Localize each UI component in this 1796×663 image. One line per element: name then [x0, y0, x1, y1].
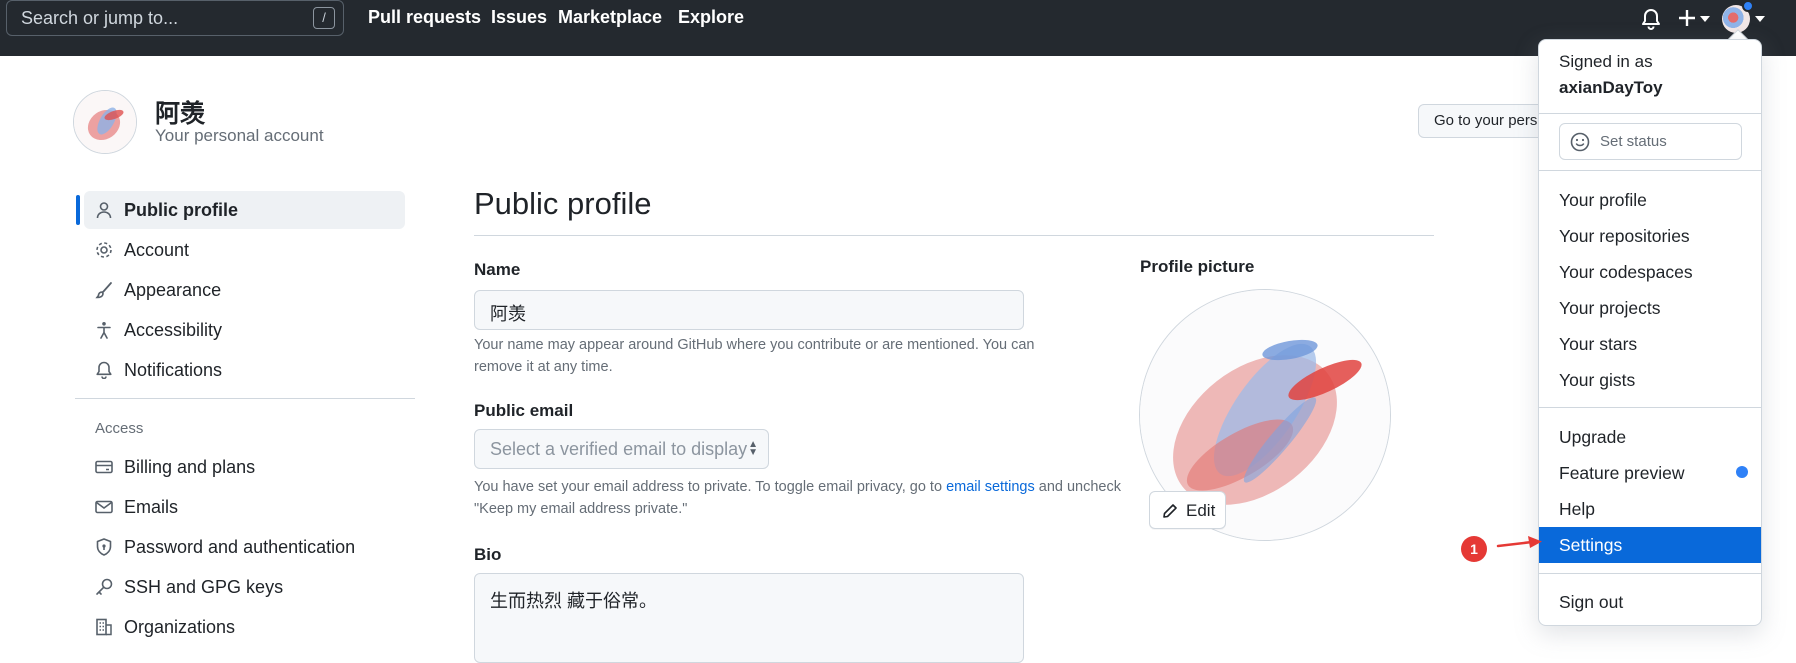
menu-item-feature-preview[interactable]: Feature preview	[1539, 455, 1761, 491]
menu-item-your-stars[interactable]: Your stars	[1539, 326, 1761, 362]
bell-icon[interactable]	[1641, 8, 1661, 35]
set-status-button[interactable]: Set status	[1559, 123, 1742, 160]
sidebar-item-label: Public profile	[124, 200, 239, 220]
page-title: Public profile	[474, 186, 652, 221]
plus-icon[interactable]	[1678, 9, 1696, 32]
public-email-select[interactable]: Select a verified email to display ▲ ▼	[474, 429, 769, 469]
menu-item-your-repositories[interactable]: Your repositories	[1539, 218, 1761, 254]
sidebar-section-heading: Access	[95, 420, 144, 437]
gear-icon	[96, 242, 112, 258]
sidebar-item-label: Accessibility	[124, 320, 223, 340]
email-note-text: You have set your email address to priva…	[474, 479, 943, 495]
sidebar-item-notifications[interactable]: Notifications	[84, 351, 405, 389]
accessibility-icon	[97, 322, 111, 339]
email-settings-link[interactable]: email settings	[946, 479, 1035, 495]
sidebar-item-label: SSH and GPG keys	[124, 577, 284, 597]
bio-label: Bio	[474, 545, 502, 564]
email-note: You have set your email address to priva…	[474, 476, 1134, 520]
account-subtitle: Your personal account	[155, 126, 324, 145]
shield-icon	[96, 538, 112, 556]
title-divider	[474, 235, 1434, 236]
public-email-placeholder: Select a verified email to display	[490, 439, 748, 459]
sidebar-item-organizations[interactable]: Organizations	[84, 608, 405, 646]
profile-picture-label: Profile picture	[1140, 257, 1255, 276]
nav-explore[interactable]: Explore	[678, 7, 744, 28]
arrow-icon	[1496, 536, 1542, 548]
chevron-down-icon[interactable]	[1755, 16, 1765, 22]
sidebar-item-appearance[interactable]: Appearance	[84, 271, 405, 309]
feature-preview-dot	[1736, 466, 1748, 478]
menu-item-your-projects[interactable]: Your projects	[1539, 290, 1761, 326]
active-indicator	[76, 195, 80, 225]
sidebar-item-label: Emails	[124, 497, 179, 517]
credit-card-icon	[95, 460, 113, 474]
sidebar-item-billing[interactable]: Billing and plans	[84, 448, 405, 486]
edit-button-label: Edit	[1186, 501, 1216, 520]
chevron-down-icon[interactable]	[1700, 16, 1710, 22]
key-icon	[96, 578, 113, 595]
menu-divider	[1539, 573, 1761, 574]
sidebar-item-accessibility[interactable]: Accessibility	[84, 311, 405, 349]
sidebar-item-label: Notifications	[124, 360, 223, 380]
username: axianDayToy	[1559, 78, 1663, 97]
menu-divider	[1539, 113, 1761, 114]
sidebar-item-account[interactable]: Account	[84, 231, 405, 269]
top-header: Search or jump to... / Pull requests Iss…	[0, 0, 1796, 56]
menu-divider	[1539, 170, 1761, 171]
sidebar-item-label: Appearance	[124, 280, 222, 300]
sidebar-item-password[interactable]: Password and authentication	[84, 528, 405, 566]
paintbrush-icon	[95, 282, 112, 299]
nav-issues[interactable]: Issues	[491, 7, 547, 28]
signed-in-as-label: Signed in as	[1559, 52, 1653, 71]
account-avatar	[73, 90, 137, 154]
name-note: Your name may appear around GitHub where…	[474, 337, 1035, 375]
pencil-icon	[1163, 504, 1177, 518]
menu-item-your-profile[interactable]: Your profile	[1539, 182, 1761, 218]
mail-icon	[95, 500, 113, 514]
smiley-icon	[1570, 132, 1590, 152]
nav-marketplace[interactable]: Marketplace	[558, 7, 662, 28]
public-email-label: Public email	[474, 401, 574, 420]
person-icon	[96, 202, 112, 219]
sidebar-divider	[75, 398, 415, 399]
sidebar-item-label: Organizations	[124, 617, 236, 637]
nav-pull-requests[interactable]: Pull requests	[368, 7, 481, 28]
step-badge: 1	[1461, 536, 1487, 562]
search-shortcut-key: /	[313, 7, 335, 29]
search-input[interactable]: Search or jump to... /	[6, 0, 344, 36]
menu-divider	[1539, 407, 1761, 408]
menu-item-upgrade[interactable]: Upgrade	[1539, 419, 1761, 455]
account-name: 阿羡	[155, 100, 206, 128]
sidebar-item-public-profile[interactable]: Public profile	[84, 191, 405, 229]
bell-icon	[96, 361, 112, 379]
menu-item-sign-out[interactable]: Sign out	[1539, 584, 1761, 620]
sidebar-item-ssh-keys[interactable]: SSH and GPG keys	[84, 568, 405, 606]
menu-item-settings[interactable]: Settings	[1539, 527, 1761, 563]
sidebar-item-label: Account	[124, 240, 190, 260]
organization-icon	[96, 618, 112, 636]
edit-picture-button[interactable]: Edit	[1149, 491, 1226, 529]
select-arrows-icon: ▲ ▼	[748, 439, 758, 458]
menu-item-your-gists[interactable]: Your gists	[1539, 362, 1761, 398]
set-status-label: Set status	[1600, 133, 1667, 150]
name-field[interactable]: 阿羡	[474, 290, 1024, 330]
notification-dot	[1742, 0, 1754, 12]
search-placeholder: Search or jump to...	[21, 8, 179, 28]
sidebar-item-emails[interactable]: Emails	[84, 488, 405, 526]
name-label: Name	[474, 260, 521, 279]
menu-item-your-codespaces[interactable]: Your codespaces	[1539, 254, 1761, 290]
sidebar-item-label: Billing and plans	[124, 457, 256, 477]
sidebar-item-label: Password and authentication	[124, 537, 356, 557]
menu-item-help[interactable]: Help	[1539, 491, 1761, 527]
